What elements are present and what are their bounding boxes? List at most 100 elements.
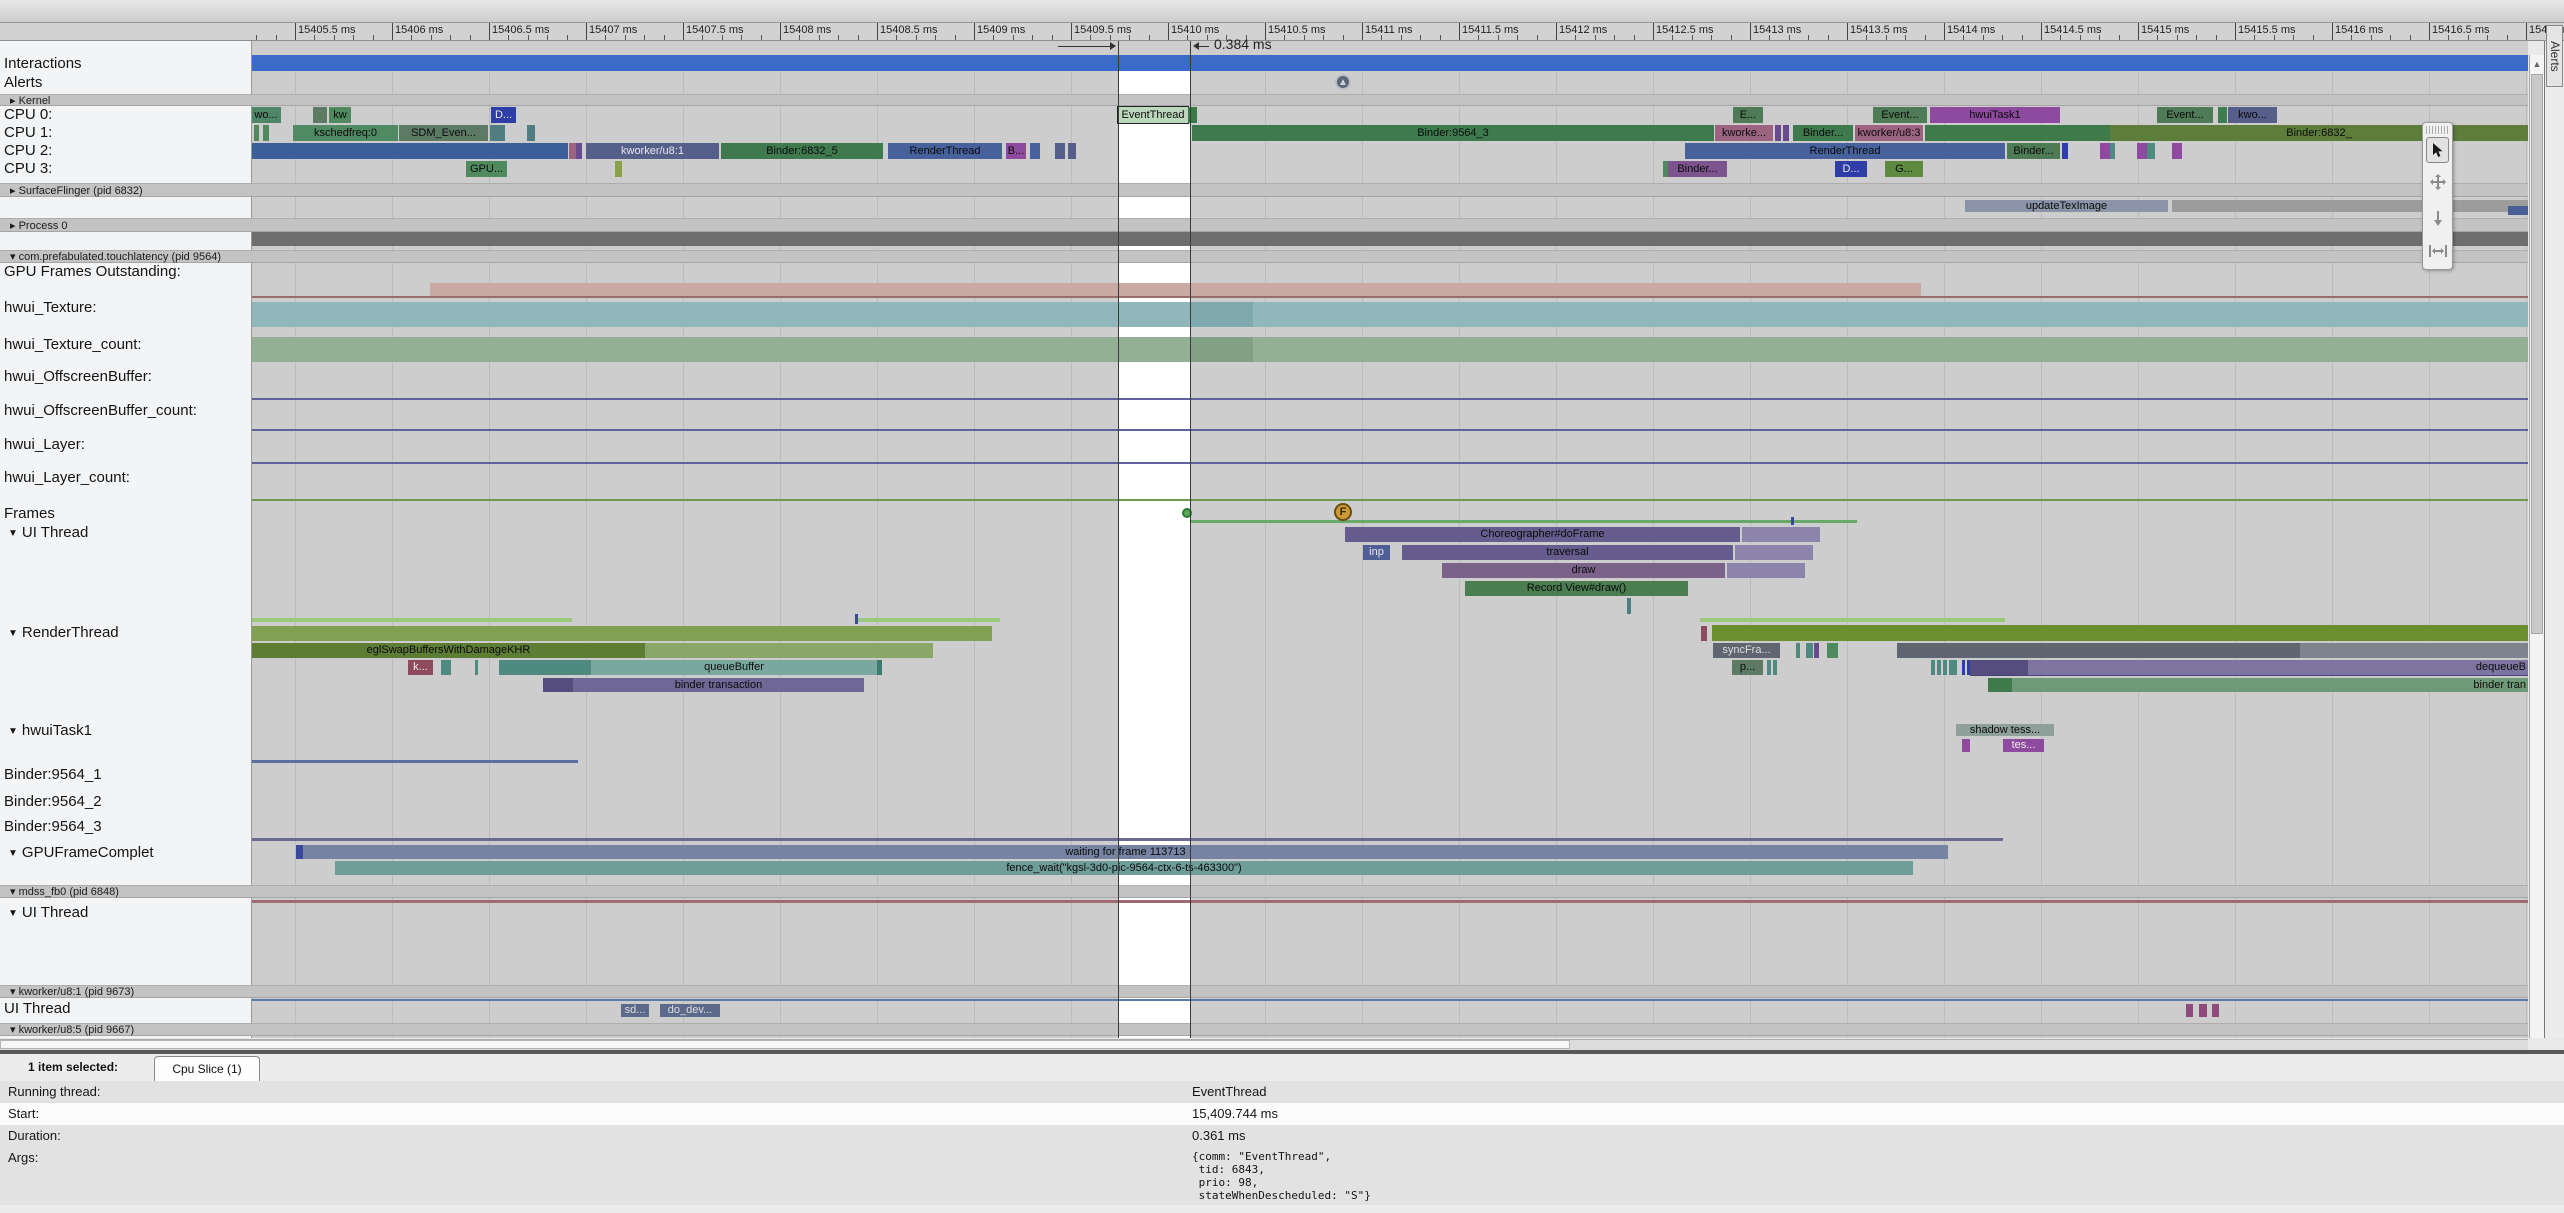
tool-palette-grip[interactable] — [2426, 126, 2449, 134]
trace-slice[interactable] — [1897, 643, 2300, 658]
trace-slice[interactable]: draw — [1442, 563, 1725, 578]
section-header[interactable]: ▾ com.prefabulated.touchlatency (pid 956… — [0, 250, 2528, 263]
trace-slice[interactable] — [1055, 143, 1065, 159]
trace-slice[interactable] — [1806, 643, 1813, 658]
trace-slice[interactable]: Binder:6832_ — [2110, 125, 2528, 141]
trace-slice[interactable]: kwo... — [2228, 107, 2277, 123]
trace-slice[interactable]: D... — [1835, 161, 1867, 177]
trace-slice[interactable] — [1925, 125, 2110, 141]
section-header[interactable]: ▾ kworker/u8:1 (pid 9673) — [0, 985, 2528, 998]
trace-slice[interactable]: inp — [1363, 545, 1390, 560]
sidebar-track-label[interactable]: ▼hwuiTask1 — [8, 722, 92, 739]
trace-slice[interactable]: Event... — [1873, 107, 1927, 123]
trace-slice[interactable]: SDM_Even... — [399, 125, 488, 141]
trace-slice[interactable] — [2137, 143, 2147, 159]
collapse-triangle-icon[interactable]: ▼ — [8, 528, 18, 539]
trace-slice[interactable] — [1962, 660, 1965, 675]
trace-slice[interactable]: E... — [1733, 107, 1763, 123]
trace-slice[interactable]: D... — [491, 107, 516, 123]
trace-slice[interactable] — [2062, 143, 2068, 159]
trace-slice[interactable] — [252, 55, 2528, 71]
trace-slice[interactable] — [1937, 660, 1941, 675]
trace-slice[interactable]: wo... — [251, 107, 281, 123]
trace-slice[interactable] — [2100, 143, 2110, 159]
trace-slice[interactable]: Binder... — [1793, 125, 1853, 141]
trace-slice[interactable] — [1773, 660, 1777, 675]
trace-slice[interactable] — [2186, 1004, 2193, 1017]
trace-slice[interactable]: traversal — [1402, 545, 1733, 560]
trace-slice[interactable]: RenderThread — [1685, 143, 2005, 159]
collapse-triangle-icon[interactable]: ▼ — [8, 908, 18, 919]
trace-slice[interactable] — [1627, 598, 1631, 614]
trace-slice[interactable]: B... — [1006, 143, 1026, 159]
selection-tool-button[interactable] — [2426, 137, 2449, 163]
trace-slice[interactable]: kworke... — [1715, 125, 1773, 141]
trace-slice[interactable]: do_dev... — [660, 1004, 720, 1017]
trace-slice[interactable]: binder transaction — [573, 678, 864, 692]
alert-marker[interactable]: ▲ — [1335, 74, 1351, 90]
trace-slice[interactable] — [254, 125, 259, 141]
timeline-ruler[interactable]: 15405.5 ms15406 ms15406.5 ms15407 ms1540… — [0, 22, 2564, 41]
trace-slice[interactable] — [1970, 660, 2028, 675]
trace-slice[interactable] — [877, 660, 882, 675]
trace-slice[interactable] — [252, 232, 2528, 246]
trace-slice[interactable] — [1767, 660, 1771, 675]
trace-slice[interactable]: syncFra... — [1713, 643, 1780, 658]
section-header[interactable]: ▸ Process 0 — [0, 218, 2528, 232]
trace-slice[interactable]: kschedfreq:0 — [293, 125, 398, 141]
trace-slice[interactable]: Binder... — [2007, 143, 2060, 159]
alerts-side-tab[interactable]: Alerts — [2546, 25, 2563, 87]
trace-slice[interactable] — [313, 107, 327, 123]
trace-slice[interactable] — [2110, 143, 2115, 159]
trace-slice[interactable]: kw — [329, 107, 351, 123]
section-header[interactable]: ▾ mdss_fb0 (pid 6848) — [0, 885, 2528, 898]
trace-slice[interactable]: fence_wait("kgsl-3d0-pic-9564-ctx-6-ts-4… — [335, 861, 1913, 875]
trace-slice[interactable] — [1988, 678, 2012, 692]
sidebar-track-label[interactable]: ▼GPUFrameComplet — [8, 844, 154, 861]
trace-slice[interactable] — [1931, 660, 1935, 675]
trace-slice[interactable]: queueBuffer — [591, 660, 877, 675]
trace-slice[interactable]: eglSwapBuffersWithDamageKHR — [252, 643, 645, 658]
trace-slice[interactable]: sd... — [621, 1004, 649, 1017]
zoom-tool-button[interactable] — [2426, 206, 2449, 232]
trace-slice[interactable] — [441, 660, 451, 675]
trace-slice[interactable] — [1827, 643, 1838, 658]
trace-slice[interactable] — [569, 143, 576, 159]
sidebar-track-label[interactable]: ▼UI Thread — [8, 904, 88, 921]
trace-slice[interactable] — [2212, 1004, 2219, 1017]
trace-slice[interactable] — [1775, 125, 1781, 141]
trace-slice[interactable]: GPU... — [466, 161, 507, 177]
trace-slice[interactable] — [2508, 206, 2528, 215]
trace-slice[interactable] — [252, 626, 992, 641]
trace-slice[interactable]: kworker/u8:1 — [586, 143, 719, 159]
trace-slice[interactable] — [576, 143, 582, 159]
trace-slice[interactable] — [2147, 143, 2155, 159]
trace-slice[interactable] — [1701, 626, 1707, 641]
trace-slice[interactable]: Binder:6832_5 — [721, 143, 883, 159]
collapse-triangle-icon[interactable]: ▼ — [8, 628, 18, 639]
trace-slice[interactable] — [1735, 545, 1813, 560]
trace-slice[interactable]: kworker/u8:3 — [1855, 125, 1923, 141]
trace-slice[interactable]: EventThread — [1118, 107, 1188, 123]
sidebar-track-label[interactable]: ▼UI Thread — [8, 524, 88, 541]
trace-slice[interactable] — [490, 125, 505, 141]
trace-slice[interactable]: G... — [1885, 161, 1923, 177]
selection-end-marker[interactable] — [1190, 40, 1191, 1038]
trace-slice[interactable]: Record View#draw() — [1465, 581, 1688, 596]
collapse-triangle-icon[interactable]: ▼ — [8, 726, 18, 737]
frame-marker[interactable]: F — [1334, 503, 1352, 521]
tab-cpu-slice[interactable]: Cpu Slice (1) — [154, 1056, 260, 1081]
trace-slice[interactable]: hwuiTask1 — [1930, 107, 2060, 123]
trace-slice[interactable] — [527, 125, 535, 141]
scroll-up-icon[interactable]: ▲ — [2531, 57, 2543, 71]
trace-slice[interactable]: Event... — [2157, 107, 2213, 123]
trace-slice[interactable]: updateTexImage — [1965, 200, 2168, 212]
trace-slice[interactable] — [1949, 660, 1957, 675]
trace-slice[interactable] — [645, 643, 933, 658]
trace-slice[interactable] — [1943, 660, 1947, 675]
trace-slice[interactable]: RenderThread — [888, 143, 1002, 159]
trace-slice[interactable]: waiting for frame 113713 — [303, 845, 1948, 859]
trace-slice[interactable] — [1814, 643, 1819, 658]
trace-slice[interactable] — [263, 125, 269, 141]
trace-slice[interactable] — [543, 678, 573, 692]
